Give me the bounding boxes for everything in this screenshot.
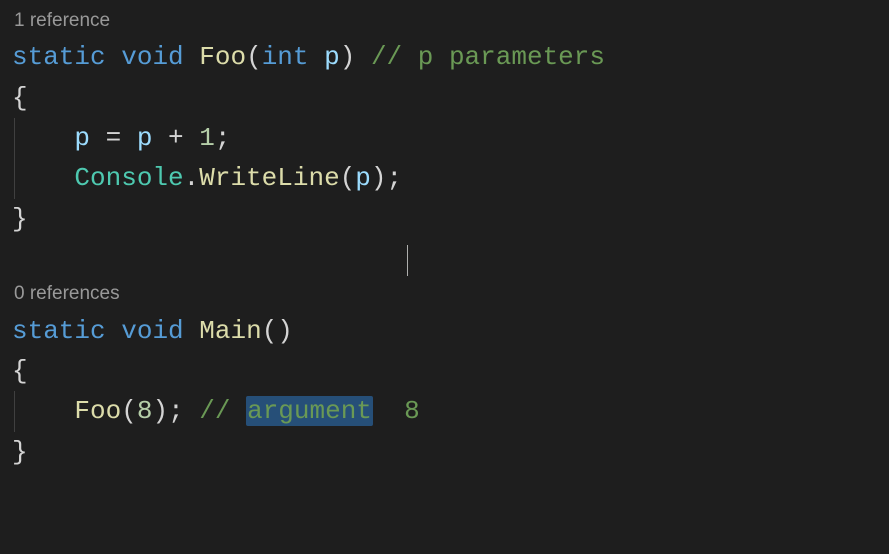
- paren-close: ): [152, 396, 168, 426]
- statement-assignment[interactable]: p = p + 1;: [12, 118, 877, 158]
- method-writeline: WriteLine: [199, 163, 339, 193]
- brace-open-main[interactable]: {: [12, 351, 877, 391]
- paren-open: (: [340, 163, 356, 193]
- brace-close-main[interactable]: }: [12, 432, 877, 472]
- blank-line[interactable]: [12, 239, 877, 279]
- selection-highlight: argument: [246, 396, 373, 426]
- semicolon: ;: [168, 396, 184, 426]
- param-name: p: [324, 42, 340, 72]
- code-editor[interactable]: 1 reference static void Foo(int p) // p …: [12, 6, 877, 472]
- param-type: int: [262, 42, 309, 72]
- codelens-foo[interactable]: 1 reference: [14, 6, 877, 35]
- indent: [12, 396, 74, 426]
- brace: {: [12, 83, 28, 113]
- statement-writeline[interactable]: Console.WriteLine(p);: [12, 158, 877, 198]
- comment-parameters: // p parameters: [371, 42, 605, 72]
- space: [184, 396, 200, 426]
- op-equals: =: [90, 123, 137, 153]
- brace: }: [12, 437, 28, 467]
- statement-foo-call[interactable]: Foo(8); // argument 8: [12, 391, 877, 431]
- op-plus: +: [152, 123, 199, 153]
- indent: [12, 163, 74, 193]
- variable-p: p: [74, 123, 90, 153]
- indent-guide: [14, 118, 15, 158]
- comment-slashes: //: [199, 396, 246, 426]
- method-signature-main[interactable]: static void Main(): [12, 311, 877, 351]
- codelens-main[interactable]: 0 references: [14, 279, 877, 308]
- method-name-foo: Foo: [199, 42, 246, 72]
- brace-open-foo[interactable]: {: [12, 78, 877, 118]
- paren-open: (: [246, 42, 262, 72]
- variable-p: p: [137, 123, 153, 153]
- number-literal: 8: [137, 396, 153, 426]
- comment-argument: // argument 8: [199, 396, 419, 426]
- brace: }: [12, 204, 28, 234]
- dot: .: [184, 163, 200, 193]
- paren-close: ): [371, 163, 387, 193]
- indent-guide: [14, 391, 15, 431]
- method-call-foo: Foo: [74, 396, 121, 426]
- keyword-static: static: [12, 316, 106, 346]
- keyword-void: void: [121, 42, 183, 72]
- paren-close: ): [340, 42, 356, 72]
- arg-p: p: [355, 163, 371, 193]
- number-literal: 1: [199, 123, 215, 153]
- parens: (): [262, 316, 293, 346]
- keyword-static: static: [12, 42, 106, 72]
- class-console: Console: [74, 163, 183, 193]
- paren-open: (: [121, 396, 137, 426]
- indent: [12, 123, 74, 153]
- keyword-void: void: [121, 316, 183, 346]
- semicolon: ;: [215, 123, 231, 153]
- semicolon: ;: [387, 163, 403, 193]
- text-cursor-icon: [407, 245, 408, 276]
- brace: {: [12, 356, 28, 386]
- comment-tail: 8: [373, 396, 420, 426]
- brace-close-foo[interactable]: }: [12, 199, 877, 239]
- method-signature-foo[interactable]: static void Foo(int p) // p parameters: [12, 37, 877, 77]
- indent-guide: [14, 158, 15, 198]
- method-name-main: Main: [199, 316, 261, 346]
